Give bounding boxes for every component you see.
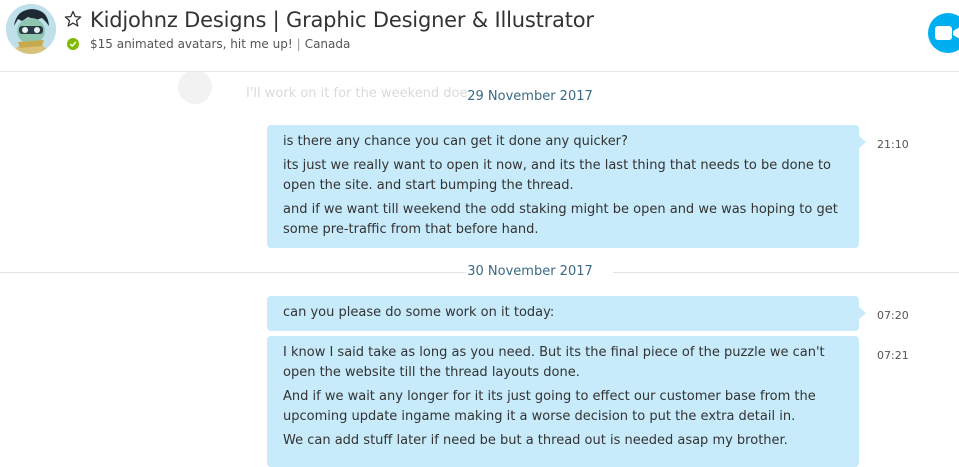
message-text: I know I said take as long as you need. … (283, 345, 825, 380)
message-timestamp: 07:21 (877, 349, 909, 362)
message-list[interactable]: I'll work on it for the weekend doe 29 N… (0, 72, 959, 467)
divider-line (613, 272, 959, 273)
message-bubble[interactable]: can you please do some work on it today: (267, 296, 866, 331)
message-text: can you please do some work on it today: (283, 305, 555, 320)
message-text: and if we want till weekend the odd stak… (283, 202, 838, 237)
contact-name[interactable]: Kidjohnz Designs | Graphic Designer & Il… (90, 8, 594, 32)
avatar[interactable] (6, 4, 56, 54)
message-bubble[interactable]: is there any chance you can get it done … (267, 125, 866, 248)
divider-line (0, 272, 466, 273)
message-timestamp: 07:20 (877, 309, 909, 322)
conversation-header: Kidjohnz Designs | Graphic Designer & Il… (0, 0, 959, 72)
message-text: is there any chance you can get it done … (283, 134, 628, 149)
message-timestamp: 21:10 (877, 138, 909, 151)
message-text: And if we wait any longer for it its jus… (283, 389, 816, 424)
date-label: 29 November 2017 (467, 89, 593, 104)
location-text: Canada (304, 37, 351, 51)
video-call-button[interactable] (928, 13, 959, 53)
favorite-star-icon[interactable] (64, 10, 82, 28)
date-label: 30 November 2017 (467, 264, 593, 279)
avatar-illustration (6, 4, 56, 54)
mood-message: $15 animated avatars, hit me up! | Canada (90, 37, 350, 51)
mood-text: $15 animated avatars, hit me up! (90, 37, 293, 51)
message-bubble[interactable]: I know I said take as long as you need. … (267, 336, 859, 467)
bubble-tail (858, 135, 866, 149)
date-separator: 29 November 2017 (0, 88, 959, 108)
video-call-icon (935, 26, 959, 40)
mood-separator: | (296, 37, 301, 51)
message-text: its just we really want to open it now, … (283, 158, 831, 193)
bubble-tail (858, 306, 866, 320)
date-separator: 30 November 2017 (0, 263, 959, 283)
message-text: We can add stuff later if need be but a … (283, 433, 788, 448)
online-status-icon (67, 38, 79, 50)
